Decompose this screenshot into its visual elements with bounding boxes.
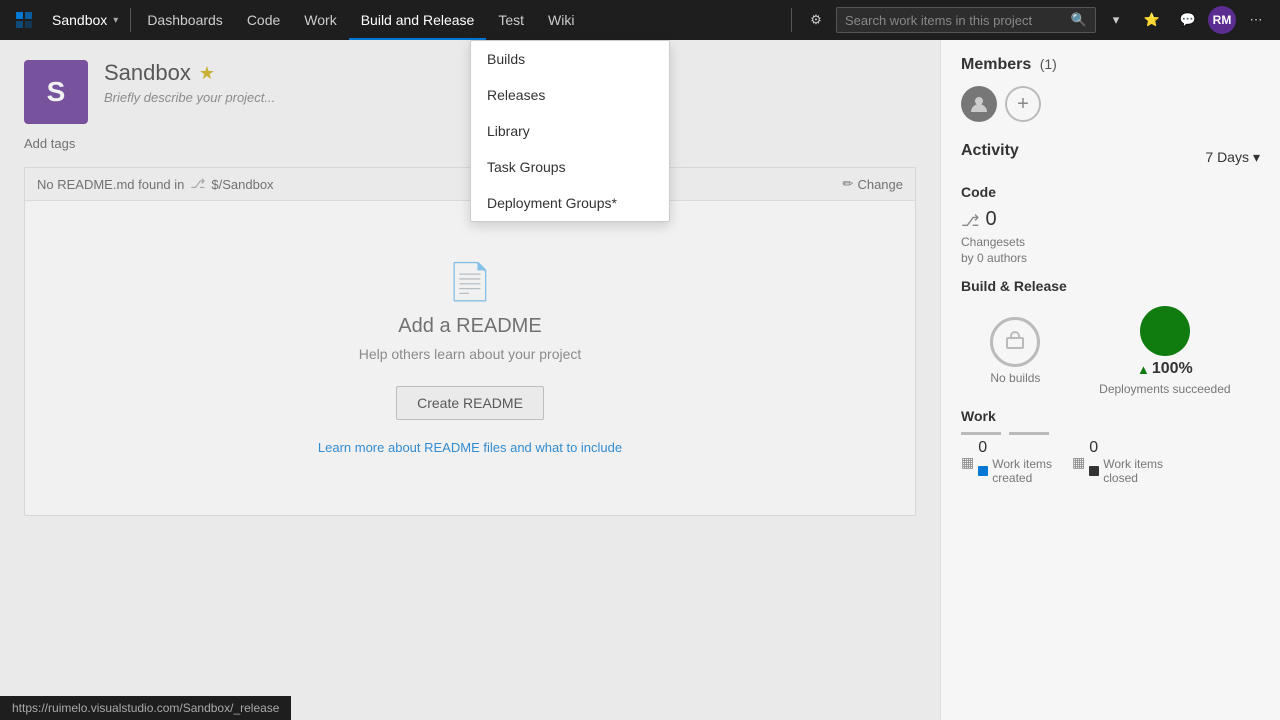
nav-item-build-and-release[interactable]: Build and Release — [349, 0, 487, 40]
changesets-count: 0 — [985, 208, 996, 231]
dropdown-item-builds[interactable]: Builds — [471, 41, 669, 77]
build-release-label: Build & Release — [961, 278, 1260, 294]
members-row: + — [961, 86, 1260, 122]
nav-items: Dashboards Code Work Build and Release T… — [135, 0, 586, 40]
nav-item-code[interactable]: Code — [235, 0, 292, 40]
deployments-pct-row: ▲ 100% — [1137, 360, 1193, 378]
project-chevron-icon: ▾ — [113, 15, 118, 26]
work-items-created-info: 0 Work items created — [978, 439, 1052, 485]
status-url: https://ruimelo.visualstudio.com/Sandbox… — [12, 701, 279, 715]
dropdown-item-deployment-groups[interactable]: Deployment Groups* — [471, 185, 669, 221]
work-items-closed-count: 0 — [1089, 439, 1098, 456]
nav-separator-2 — [791, 8, 792, 32]
app-logo — [8, 4, 40, 36]
work-closed-label-row: Work items closed — [1089, 457, 1163, 485]
nav-right: ⚙ Search work items in this project 🔍 ▾ … — [787, 4, 1272, 36]
add-member-button[interactable]: + — [1005, 86, 1041, 122]
builds-circle — [990, 317, 1040, 367]
favorites-icon[interactable]: ⭐ — [1136, 4, 1168, 36]
dropdown-item-task-groups[interactable]: Task Groups — [471, 149, 669, 185]
activity-title: Activity — [961, 142, 1019, 160]
members-section: Members (1) + — [961, 56, 1260, 122]
changesets-row: ⎇ 0 — [961, 208, 1260, 231]
settings-icon[interactable]: ⚙ — [800, 4, 832, 36]
nav-separator — [130, 8, 131, 32]
work-created-label-group: Work items created — [992, 457, 1052, 485]
work-stats: ▦ 0 Work items created ▦ — [961, 439, 1260, 485]
dropdown-item-library[interactable]: Library — [471, 113, 669, 149]
search-dropdown-icon[interactable]: ▾ — [1100, 4, 1132, 36]
work-bars — [961, 432, 1260, 435]
work-bar-1 — [961, 432, 1001, 435]
nav-item-work[interactable]: Work — [292, 0, 348, 40]
closed-dot — [1089, 466, 1099, 476]
created-dot — [978, 466, 988, 476]
work-label: Work — [961, 408, 1260, 424]
activity-header: Activity 7 Days ▾ — [961, 142, 1260, 172]
nav-item-dashboards[interactable]: Dashboards — [135, 0, 235, 40]
status-bar: https://ruimelo.visualstudio.com/Sandbox… — [0, 696, 291, 720]
build-release-dropdown: Builds Releases Library Task Groups Depl… — [470, 40, 670, 222]
work-bar-2 — [1009, 432, 1049, 435]
top-navbar: Sandbox ▾ Dashboards Code Work Build and… — [0, 0, 1280, 40]
work-items-created: ▦ 0 Work items created — [961, 439, 1052, 485]
notifications-icon[interactable]: 💬 — [1172, 4, 1204, 36]
more-icon[interactable]: ⋯ — [1240, 4, 1272, 36]
search-icon: 🔍 — [1071, 12, 1087, 28]
work-items-closed-info: 0 Work items closed — [1089, 439, 1163, 485]
work-items-created-count: 0 — [978, 439, 987, 456]
activity-days-select[interactable]: 7 Days ▾ — [1205, 149, 1260, 166]
deploy-success-icon: ▲ — [1137, 362, 1150, 377]
build-release-row: No builds ▲ 100% Deployments succeeded — [961, 306, 1260, 396]
nav-item-wiki[interactable]: Wiki — [536, 0, 586, 40]
nav-item-test[interactable]: Test — [486, 0, 536, 40]
work-items-created-icon: ▦ — [961, 454, 974, 471]
deployments-percentage: 100% — [1152, 360, 1193, 378]
work-items-closed-icon: ▦ — [1072, 454, 1085, 471]
no-builds-label: No builds — [990, 371, 1040, 385]
changeset-icon: ⎇ — [961, 211, 979, 231]
chevron-down-icon: ▾ — [1253, 149, 1260, 166]
builds-item: No builds — [990, 317, 1040, 385]
search-placeholder: Search work items in this project — [845, 13, 1071, 28]
work-closed-label-group: Work items closed — [1103, 457, 1163, 485]
dropdown-item-releases[interactable]: Releases — [471, 77, 669, 113]
work-items-closed: ▦ 0 Work items closed — [1072, 439, 1163, 485]
authors-label: by 0 authors — [961, 251, 1260, 267]
activity-code-label: Code — [961, 184, 1260, 200]
project-selector[interactable]: Sandbox ▾ — [44, 0, 126, 40]
deployments-label: Deployments succeeded — [1099, 382, 1230, 396]
members-title: Members (1) — [961, 56, 1260, 74]
right-panel: Members (1) + Activity 7 Days ▾ Code — [940, 40, 1280, 720]
member-avatar — [961, 86, 997, 122]
changesets-label: Changesets — [961, 235, 1260, 251]
project-name: Sandbox — [52, 12, 107, 28]
user-avatar[interactable]: RM — [1208, 6, 1236, 34]
deployments-circle — [1140, 306, 1190, 356]
search-box[interactable]: Search work items in this project 🔍 — [836, 7, 1096, 33]
work-created-label-row: Work items created — [978, 457, 1052, 485]
deployments-item: ▲ 100% Deployments succeeded — [1099, 306, 1230, 396]
code-stats: ⎇ 0 Changesets by 0 authors — [961, 208, 1260, 266]
activity-section: Activity 7 Days ▾ Code ⎇ 0 Changesets by… — [961, 142, 1260, 485]
